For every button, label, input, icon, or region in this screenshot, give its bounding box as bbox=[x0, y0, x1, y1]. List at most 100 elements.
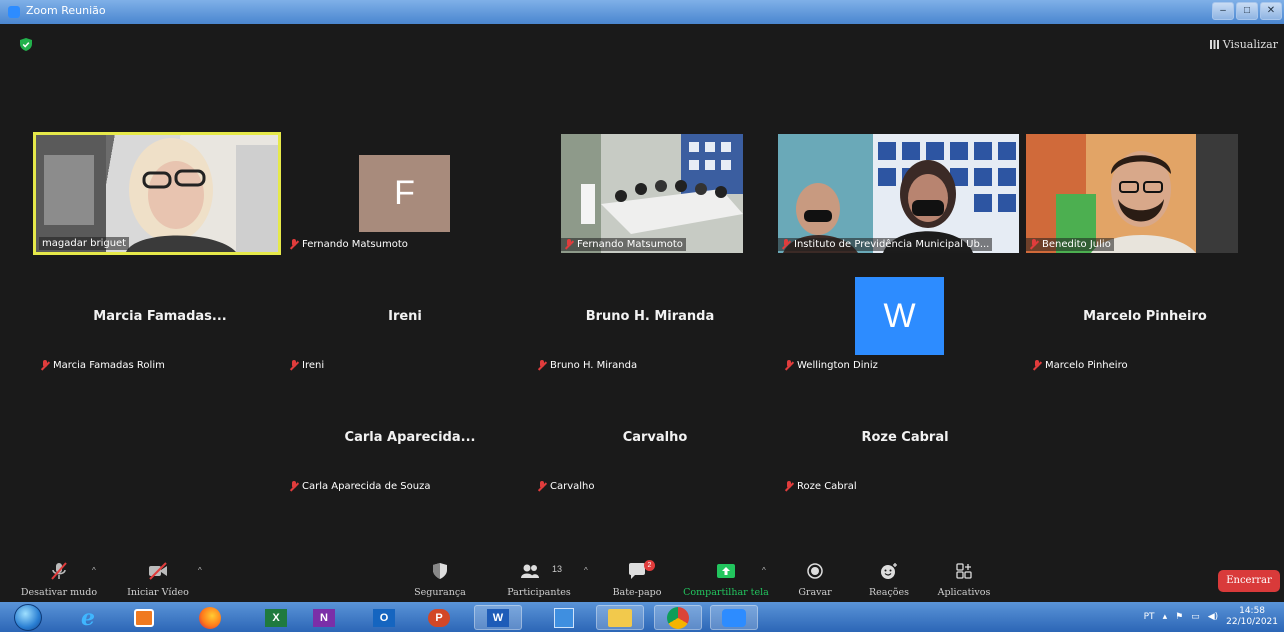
system-tray: PT ▴ ⚑ ▭ ◀) 14:58 22/10/2021 bbox=[1144, 602, 1278, 632]
media-player-icon bbox=[134, 608, 154, 627]
participant-name: Fernando Matsumoto bbox=[302, 239, 408, 250]
start-video-button[interactable]: ^ Iniciar Vídeo bbox=[118, 556, 202, 602]
participant-name: Instituto de Previdência Municipal Ub... bbox=[794, 239, 990, 250]
mic-muted-icon bbox=[1032, 360, 1042, 371]
unmute-label: Desativar mudo bbox=[20, 587, 98, 598]
participant-name: Fernando Matsumoto bbox=[577, 239, 683, 250]
participant-name-label: Bruno H. Miranda bbox=[537, 360, 637, 371]
participant-name: Ireni bbox=[302, 360, 325, 371]
chevron-up-icon[interactable]: ^ bbox=[762, 566, 766, 575]
apps-button[interactable]: Aplicativos bbox=[934, 556, 994, 602]
show-hidden-icons-chevron-icon[interactable]: ▴ bbox=[1163, 612, 1168, 622]
taskbar-media-player[interactable] bbox=[120, 605, 168, 630]
reactions-button[interactable]: Reações bbox=[862, 556, 916, 602]
mic-off-icon bbox=[51, 562, 67, 580]
view-toggle-button[interactable]: Visualizar bbox=[1209, 38, 1278, 51]
zoom-app-icon bbox=[8, 6, 20, 18]
security-button[interactable]: Segurança bbox=[408, 556, 472, 602]
start-button[interactable] bbox=[14, 604, 42, 631]
shield-icon bbox=[433, 563, 447, 579]
unmute-button[interactable]: ^ Desativar mudo bbox=[14, 556, 104, 602]
mic-muted-icon bbox=[289, 360, 299, 371]
taskbar-firefox[interactable] bbox=[186, 605, 234, 630]
video-off-icon bbox=[149, 562, 167, 580]
participant-name: Roze Cabral bbox=[797, 481, 857, 492]
taskbar-word[interactable]: W bbox=[474, 605, 522, 630]
record-button[interactable]: Gravar bbox=[788, 556, 842, 602]
meeting-toolbar: ^ Desativar mudo ^ Iniciar Vídeo Seguran… bbox=[0, 556, 1284, 602]
close-button[interactable]: ✕ bbox=[1260, 2, 1282, 20]
chevron-up-icon[interactable]: ^ bbox=[92, 566, 96, 575]
mic-muted-icon bbox=[784, 360, 794, 371]
participant-name: Carvalho bbox=[550, 481, 595, 492]
chat-label: Bate-papo bbox=[612, 587, 662, 598]
participant-name-label: Benedito Julio bbox=[1026, 238, 1114, 251]
participant-name-label: Marcelo Pinheiro bbox=[1032, 360, 1128, 371]
taskbar-powerpoint[interactable]: P bbox=[415, 605, 463, 630]
participant-name: Wellington Diniz bbox=[797, 360, 878, 371]
window-title: Zoom Reunião bbox=[26, 4, 106, 17]
record-icon bbox=[807, 563, 823, 579]
mic-muted-icon bbox=[289, 481, 299, 492]
taskbar-excel[interactable]: X bbox=[252, 605, 300, 630]
speaker-volume-icon[interactable]: ◀) bbox=[1208, 612, 1218, 622]
video-tile-fernando-room[interactable]: Fernando Matsumoto bbox=[561, 134, 743, 253]
zoom-icon bbox=[722, 608, 746, 627]
onenote-icon: N bbox=[313, 608, 335, 627]
mic-muted-icon bbox=[537, 481, 547, 492]
network-icon[interactable]: ▭ bbox=[1191, 612, 1200, 622]
grid-view-icon bbox=[1209, 40, 1219, 49]
participants-button[interactable]: 13 ^ Participantes bbox=[500, 556, 588, 602]
participant-name: magadar briguet bbox=[42, 238, 127, 249]
share-screen-button[interactable]: ^ Compartilhar tela bbox=[680, 556, 772, 602]
video-tile-benedito[interactable]: Benedito Julio bbox=[1026, 134, 1238, 253]
participant-name: Carla Aparecida de Souza bbox=[302, 481, 431, 492]
action-center-flag-icon[interactable]: ⚑ bbox=[1175, 612, 1183, 622]
minimize-button[interactable]: – bbox=[1212, 2, 1234, 20]
mic-muted-icon bbox=[537, 360, 547, 371]
internet-explorer-icon: e bbox=[81, 604, 95, 631]
participant-name-label: Fernando Matsumoto bbox=[289, 239, 408, 250]
video-tile-active-speaker[interactable]: magadar briguet bbox=[33, 132, 281, 255]
taskbar-app-blue[interactable] bbox=[540, 605, 588, 630]
excel-icon: X bbox=[265, 608, 287, 627]
mic-muted-icon bbox=[40, 360, 50, 371]
view-toggle-label: Visualizar bbox=[1222, 38, 1278, 51]
participant-name: Marcia Famadas Rolim bbox=[53, 360, 165, 371]
chat-button[interactable]: 2 Bate-papo bbox=[605, 556, 669, 602]
start-video-label: Iniciar Vídeo bbox=[127, 587, 189, 598]
end-meeting-button[interactable]: Encerrar bbox=[1218, 570, 1280, 592]
avatar-initial-fernando: F bbox=[359, 155, 450, 232]
taskbar-chrome[interactable] bbox=[654, 605, 702, 630]
participant-video-feed bbox=[1026, 134, 1238, 253]
share-screen-icon bbox=[717, 564, 735, 578]
video-tile-instituto[interactable]: Instituto de Previdência Municipal Ub... bbox=[778, 134, 1019, 253]
taskbar-internet-explorer[interactable]: e bbox=[64, 604, 112, 631]
record-label: Gravar bbox=[798, 587, 832, 598]
participant-display-name: Roze Cabral bbox=[861, 430, 949, 445]
folder-icon bbox=[608, 608, 632, 627]
apps-label: Aplicativos bbox=[937, 587, 991, 598]
mic-muted-icon bbox=[781, 239, 791, 250]
chevron-up-icon[interactable]: ^ bbox=[584, 566, 588, 575]
participant-display-name: Carla Aparecida... bbox=[344, 430, 476, 445]
language-indicator[interactable]: PT bbox=[1144, 612, 1155, 622]
participant-name: Marcelo Pinheiro bbox=[1045, 360, 1128, 371]
maximize-button[interactable]: □ bbox=[1236, 2, 1258, 20]
taskbar-file-explorer[interactable] bbox=[596, 605, 644, 630]
encryption-shield-icon[interactable] bbox=[20, 38, 32, 51]
reactions-label: Reações bbox=[869, 587, 909, 598]
word-icon: W bbox=[487, 608, 509, 627]
apps-icon bbox=[956, 563, 972, 579]
mic-muted-icon bbox=[289, 239, 299, 250]
mic-muted-icon bbox=[784, 481, 794, 492]
taskbar-clock[interactable]: 14:58 22/10/2021 bbox=[1226, 606, 1278, 628]
chevron-up-icon[interactable]: ^ bbox=[198, 566, 202, 575]
participant-display-name: Marcelo Pinheiro bbox=[1083, 309, 1207, 324]
taskbar-outlook[interactable]: O bbox=[360, 605, 408, 630]
participant-name-label: Marcia Famadas Rolim bbox=[40, 360, 165, 371]
taskbar-onenote[interactable]: N bbox=[300, 605, 348, 630]
participant-video-feed bbox=[561, 134, 743, 253]
participant-name-label: Instituto de Previdência Municipal Ub... bbox=[778, 238, 993, 251]
taskbar-zoom[interactable] bbox=[710, 605, 758, 630]
